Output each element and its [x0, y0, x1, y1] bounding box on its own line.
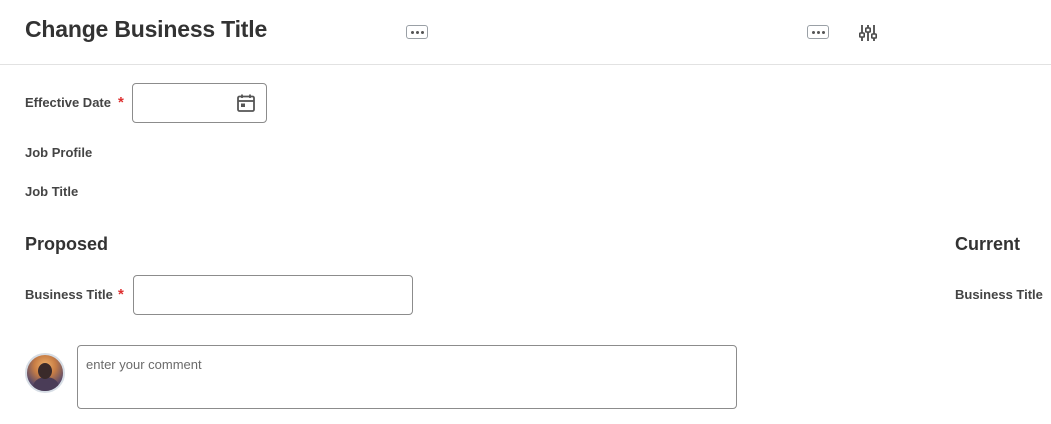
calendar-icon[interactable]	[236, 93, 256, 113]
configure-sliders-icon[interactable]	[858, 23, 878, 43]
required-marker: *	[118, 286, 124, 303]
more-actions-button[interactable]	[807, 25, 829, 39]
proposed-heading: Proposed	[25, 234, 109, 254]
comment-input[interactable]: enter your comment	[77, 345, 737, 409]
business-title-input[interactable]	[133, 275, 413, 315]
more-dot-icon	[811, 30, 815, 34]
more-dot-icon	[420, 30, 424, 34]
current-business-title-label: Business Title	[955, 287, 1043, 302]
job-title-label: Job Title	[25, 184, 79, 199]
avatar-body	[33, 377, 59, 391]
avatar-face	[38, 363, 52, 379]
page-header: Change Business Title	[0, 0, 1051, 65]
required-marker: *	[118, 94, 124, 111]
more-dot-icon	[410, 30, 414, 34]
effective-date-label: Effective Date	[25, 95, 111, 110]
current-heading: Current	[955, 234, 1021, 254]
more-dot-icon	[816, 30, 820, 34]
page: Change Business Title Effective Date * J…	[0, 0, 1051, 424]
page-title: Change Business Title	[25, 16, 268, 42]
related-actions-button[interactable]	[406, 25, 428, 39]
effective-date-input[interactable]	[132, 83, 267, 123]
proposed-business-title-label: Business Title	[25, 287, 113, 302]
job-profile-label: Job Profile	[25, 145, 93, 160]
more-dot-icon	[821, 30, 825, 34]
avatar	[25, 353, 65, 393]
more-dot-icon	[415, 30, 419, 34]
